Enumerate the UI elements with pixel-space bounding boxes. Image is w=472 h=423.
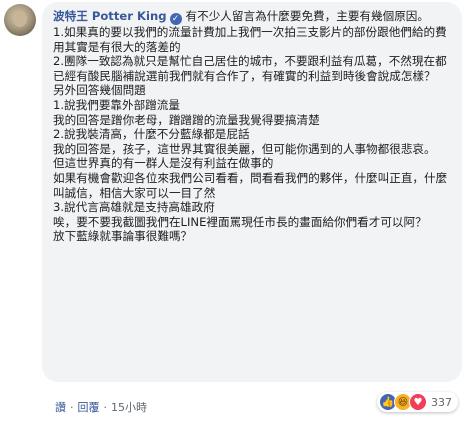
comment-line-q3: 3.說代言高雄就是支持高雄政府: [53, 200, 215, 215]
separator-dot: ·: [70, 401, 74, 414]
author-name[interactable]: 波特王 Potter King: [53, 9, 167, 23]
reply-link[interactable]: 回覆: [78, 401, 100, 414]
comment-line-other-questions: 另外回答幾個問題: [53, 83, 146, 98]
comment-line-closing: 放下藍綠就事論事很難嗎？: [53, 229, 193, 244]
comment-line-a2b: 但這世界真的有一群人是沒有利益在做事的: [53, 156, 274, 171]
author-avatar[interactable]: [4, 4, 36, 36]
comment-line-a1: 我的回答是蹭你老母，蹭蹭蹭的流量我覺得要搞清楚: [53, 112, 320, 127]
comment-line-q1: 1.說我們要靠外部蹭流量: [53, 97, 180, 112]
comment-line-q2: 2.說我裝清高，什麼不分藍綠都是屁話: [53, 127, 250, 142]
comment-line-a3: 唉，要不要我截圖我們在LINE裡面罵現任市長的畫面給你們看才可以阿？: [53, 214, 427, 229]
comment-timestamp[interactable]: 15小時: [111, 401, 147, 414]
comment-line-a2c: 如果有機會歡迎各位來我們公司看看，問看看我們的夥伴，什麼叫正直，什麼叫誠信，相信…: [53, 170, 448, 200]
avatar-face: [13, 11, 27, 27]
comment-actions: 讚 · 回覆 · 15小時: [55, 399, 147, 415]
verified-badge-icon: ✓: [169, 13, 182, 25]
comment-line-intro: 有不少人留言為什麼要免費，主要有幾個原因。: [185, 9, 429, 23]
comment-line-point2: 2.團隊一致認為就只是幫忙自己居住的城市，不要跟利益有瓜葛，不然現在都已經有酸民…: [53, 54, 447, 83]
love-icon: ♥: [409, 393, 427, 411]
reaction-count: 337: [431, 395, 452, 409]
like-link[interactable]: 讚: [55, 401, 66, 414]
reaction-summary[interactable]: 👍 😆 ♥ 337: [377, 392, 458, 412]
comment-bubble: 波特王 Potter King ✓ 有不少人留言為什麼要免費，主要有幾個原因。 1.…: [42, 2, 462, 382]
separator-dot: ·: [103, 401, 108, 414]
comment-body: 波特王 Potter King ✓ 有不少人留言為什麼要免費，主要有幾個原因。 1.…: [53, 9, 452, 244]
comment-line-a2: 我的回答是，孩子，這世界其實很美麗，但可能你遇到的人事物都很悲哀。: [53, 141, 436, 156]
comment-line-point1: 1.如果真的要以我們的流量計費加上我們一次拍三支影片的部份跟他們給的費用其實是有…: [53, 25, 447, 54]
